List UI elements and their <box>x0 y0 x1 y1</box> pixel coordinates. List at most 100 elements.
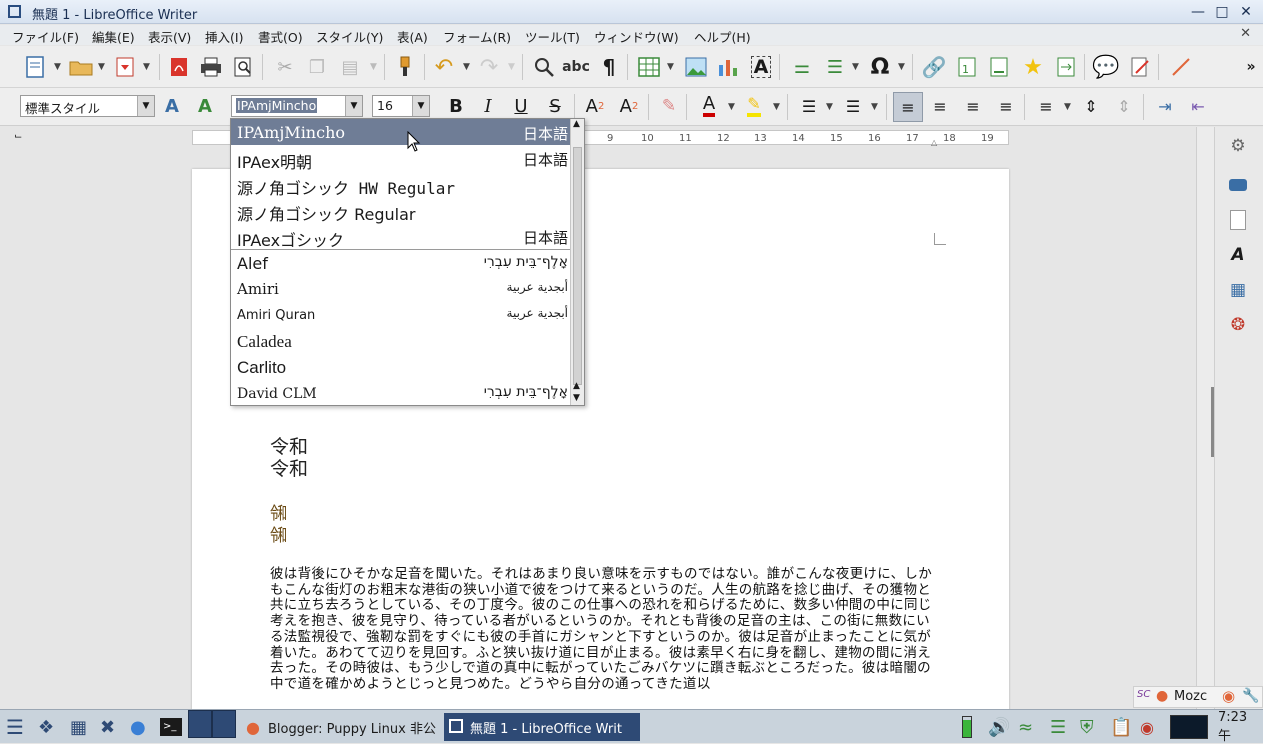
increase-indent-icon[interactable]: ⇥ <box>1152 93 1178 119</box>
font-option[interactable]: Alef אָלֶף־בֵּית עִבְרִי <box>231 250 572 276</box>
new-dropdown-icon[interactable]: ▼ <box>54 62 61 72</box>
menu-edit[interactable]: 編集(E) <box>92 27 135 46</box>
paste-dropdown-icon[interactable]: ▼ <box>370 62 377 72</box>
formatting-marks-icon[interactable]: ¶ <box>596 54 622 80</box>
update-style-icon[interactable]: A <box>159 93 185 119</box>
toolbar-overflow-icon[interactable]: » <box>1238 54 1263 80</box>
hyperlink-icon[interactable]: 🔗 <box>921 54 947 80</box>
chevron-down-icon[interactable]: ▼ <box>345 96 362 116</box>
endnote-icon[interactable] <box>986 54 1012 80</box>
insert-chart-icon[interactable] <box>715 54 741 80</box>
cross-reference-icon[interactable] <box>1053 54 1079 80</box>
clone-formatting-icon[interactable] <box>392 54 418 80</box>
tools-icon[interactable]: ✖ <box>100 715 115 739</box>
clear-formatting-icon[interactable]: ✎ <box>656 93 682 119</box>
special-char-dropdown-icon[interactable]: ▼ <box>898 62 905 72</box>
font-option[interactable]: IPAmjMincho 日本語 <box>231 119 572 145</box>
network-icon[interactable]: ☰ <box>1050 715 1066 739</box>
font-option[interactable]: 源ノ角ゴシック HW Regular <box>231 171 572 198</box>
font-option[interactable]: 源ノ角ゴシック Regular <box>231 197 572 224</box>
vertical-scrollbar[interactable] <box>1196 127 1215 709</box>
menu-form[interactable]: フォーム(R) <box>443 27 511 46</box>
font-option[interactable]: Caladea <box>231 328 572 354</box>
page-break-icon[interactable]: ⚌ <box>789 54 815 80</box>
sidebar-settings-icon[interactable]: ⚙ <box>1225 133 1251 159</box>
strikethrough-icon[interactable]: S <box>542 93 568 119</box>
copy-icon[interactable]: ❐ <box>304 54 330 80</box>
italic-icon[interactable]: I <box>475 93 501 119</box>
comment-icon[interactable]: 💬 <box>1092 54 1119 80</box>
clipboard-icon[interactable]: 📋 <box>1110 715 1132 739</box>
align-left-icon[interactable]: ≡ <box>893 92 923 122</box>
bold-icon[interactable]: B <box>443 93 469 119</box>
increase-paragraph-spacing-icon[interactable]: ⇕ <box>1078 93 1104 119</box>
track-changes-icon[interactable] <box>1127 54 1153 80</box>
app-launcher-icon[interactable]: ❖ <box>38 715 54 739</box>
export-pdf-icon[interactable] <box>166 54 192 80</box>
browser-icon[interactable]: ● <box>130 715 146 739</box>
menu-view[interactable]: 表示(V) <box>148 27 191 46</box>
scroll-down-icon[interactable]: ▼ <box>573 393 580 403</box>
screenshot-icon[interactable]: ◉ <box>1140 715 1154 739</box>
clock[interactable]: 7:23 午 <box>1218 710 1263 744</box>
numbered-dropdown-icon[interactable]: ▼ <box>871 102 878 112</box>
undo-icon[interactable]: ↶ <box>431 54 457 80</box>
task-writer[interactable]: 無題 1 - LibreOffice Writ <box>444 713 640 741</box>
input-mode-icon[interactable]: ◉ <box>1222 687 1235 705</box>
redo-icon[interactable]: ↷ <box>476 54 502 80</box>
redo-dropdown-icon[interactable]: ▼ <box>508 62 515 72</box>
open-dropdown-icon[interactable]: ▼ <box>98 62 105 72</box>
menu-help[interactable]: ヘルプ(H) <box>694 27 751 46</box>
special-character-icon[interactable]: Ω <box>867 54 893 80</box>
print-preview-icon[interactable] <box>231 54 257 80</box>
superscript-icon[interactable]: A2 <box>582 93 608 119</box>
bullet-dropdown-icon[interactable]: ▼ <box>826 102 833 112</box>
menu-tools[interactable]: ツール(T) <box>525 27 580 46</box>
scim-icon[interactable]: SC <box>1137 689 1150 700</box>
bullet-list-icon[interactable]: ☰ <box>796 93 822 119</box>
print-icon[interactable] <box>198 54 224 80</box>
insert-table-icon[interactable] <box>636 54 662 80</box>
menu-icon[interactable]: ☰ <box>6 715 24 739</box>
cpu-monitor-icon[interactable] <box>1170 715 1208 739</box>
insert-field-icon[interactable]: ☰ <box>822 54 848 80</box>
scroll-up-icon[interactable]: ▲ <box>573 119 580 129</box>
align-center-icon[interactable]: ≡ <box>927 93 953 119</box>
font-option[interactable]: Amiri Quran أبجدية عربية <box>231 302 572 328</box>
underline-icon[interactable]: U <box>508 93 534 119</box>
undo-dropdown-icon[interactable]: ▼ <box>463 62 470 72</box>
cut-icon[interactable]: ✂ <box>272 54 298 80</box>
font-color-dropdown-icon[interactable]: ▼ <box>728 102 735 112</box>
decrease-paragraph-spacing-icon[interactable]: ⇕ <box>1111 93 1137 119</box>
align-right-icon[interactable]: ≡ <box>960 93 986 119</box>
volume-icon[interactable]: 🔊 <box>988 715 1010 739</box>
footnote-icon[interactable]: 1 <box>954 54 980 80</box>
subscript-icon[interactable]: A2 <box>616 93 642 119</box>
menu-window[interactable]: ウィンドウ(W) <box>594 27 679 46</box>
font-size-value[interactable]: 16 <box>377 98 393 113</box>
tool-icon[interactable]: 🔧 <box>1242 688 1259 704</box>
workspace-switcher[interactable] <box>188 710 236 738</box>
close-document-icon[interactable]: ✕ <box>1240 26 1251 41</box>
open-folder-icon[interactable] <box>68 54 94 80</box>
chevron-down-icon[interactable]: ▼ <box>137 96 154 116</box>
font-option[interactable]: Carlito <box>231 354 572 380</box>
line-spacing-icon[interactable]: ≡ <box>1033 93 1059 119</box>
font-name-dropdown[interactable]: IPAmjMincho 日本語 IPAex明朝 日本語 源ノ角ゴシック HW R… <box>230 118 585 406</box>
menu-file[interactable]: ファイル(F) <box>12 27 79 46</box>
terminal-icon[interactable]: >_ <box>160 715 182 739</box>
field-dropdown-icon[interactable]: ▼ <box>852 62 859 72</box>
font-option[interactable]: IPAexゴシック 日本語 <box>231 223 572 250</box>
right-margin-marker[interactable]: △ <box>931 138 937 147</box>
paragraph-style-combo[interactable]: 標準スタイル ▼ <box>20 95 155 117</box>
chevron-down-icon[interactable]: ▼ <box>412 96 429 116</box>
font-option[interactable]: Amiri أبجدية عربية <box>231 276 572 302</box>
document-area[interactable]: 令和 令和 ㋿ ㋿ 彼は背後にひそかな足音を聞いた。それはあまり良い意味を示すも… <box>0 149 1196 709</box>
font-option[interactable]: IPAex明朝 日本語 <box>231 145 572 172</box>
font-name-combo[interactable]: IPAmjMincho ▼ <box>231 95 363 117</box>
insert-line-icon[interactable] <box>1168 54 1194 80</box>
firewall-icon[interactable]: ⛨ <box>1080 715 1094 739</box>
table-dropdown-icon[interactable]: ▼ <box>667 62 674 72</box>
spelling-icon[interactable]: abc <box>562 54 590 80</box>
numbered-list-icon[interactable]: ☰ <box>840 93 866 119</box>
